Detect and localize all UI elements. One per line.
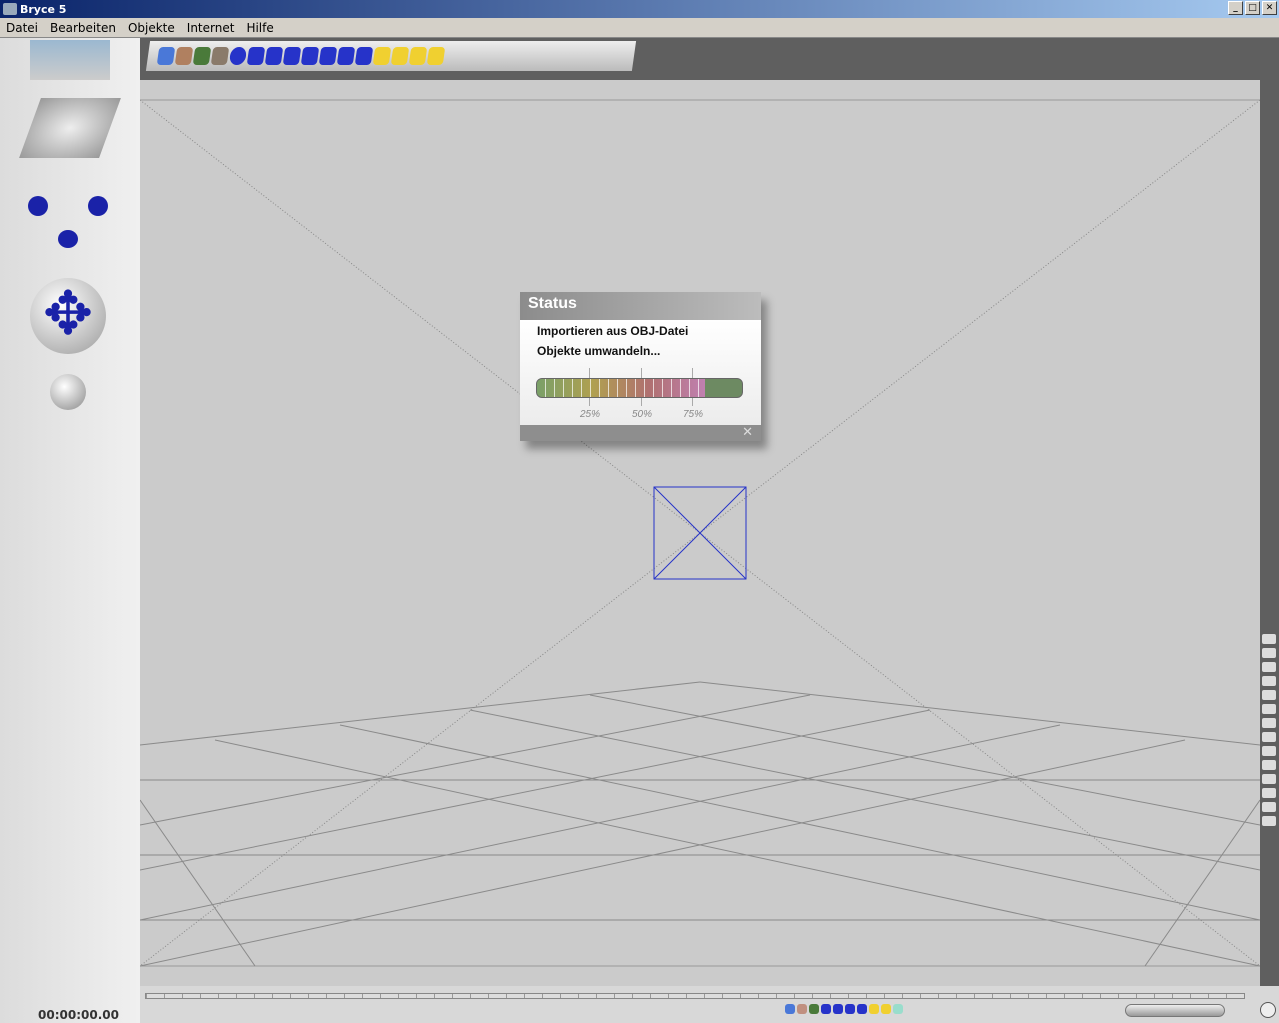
water-plane-icon[interactable] bbox=[156, 47, 176, 65]
window-title: Bryce 5 bbox=[20, 2, 67, 16]
select-tree-icon[interactable] bbox=[809, 1004, 819, 1014]
bottom-bar bbox=[140, 986, 1279, 1023]
disc-icon[interactable] bbox=[336, 47, 356, 65]
globe-icon[interactable] bbox=[1260, 1002, 1276, 1018]
status-dialog: Status Importieren aus OBJ-Datei Objekte… bbox=[520, 292, 761, 441]
zoom-in-icon[interactable] bbox=[1262, 788, 1276, 798]
render-option-icon[interactable] bbox=[1262, 690, 1276, 700]
move-tool-icon[interactable] bbox=[58, 230, 78, 248]
display-option-icon[interactable] bbox=[1262, 732, 1276, 742]
title-bar: Bryce 5 _ □ ✕ bbox=[0, 0, 1279, 18]
nano-preview[interactable] bbox=[30, 40, 110, 80]
camera-target[interactable] bbox=[653, 486, 747, 580]
right-toolbar bbox=[1260, 80, 1279, 1023]
square-icon[interactable] bbox=[354, 47, 374, 65]
select-light-icon[interactable] bbox=[881, 1004, 891, 1014]
wireframe-grid bbox=[140, 99, 1260, 967]
time-display: 00:00:00.00 bbox=[38, 1008, 119, 1022]
terrain-icon[interactable] bbox=[174, 47, 194, 65]
dialog-title: Status bbox=[520, 292, 761, 320]
cone-icon[interactable] bbox=[318, 47, 338, 65]
display-option-icon[interactable] bbox=[1262, 760, 1276, 770]
progress-fill bbox=[537, 379, 706, 397]
render-option-icon[interactable] bbox=[1262, 676, 1276, 686]
menu-objekte[interactable]: Objekte bbox=[122, 21, 181, 35]
zoom-out-icon[interactable] bbox=[1262, 802, 1276, 812]
trackball-icon[interactable]: ✥ bbox=[30, 278, 106, 354]
rotate-tool-icon[interactable] bbox=[28, 196, 48, 216]
pyramid-icon[interactable] bbox=[300, 47, 320, 65]
render-option-icon[interactable] bbox=[1262, 704, 1276, 714]
close-button[interactable]: ✕ bbox=[1262, 1, 1277, 15]
minimize-button[interactable]: _ bbox=[1228, 1, 1243, 15]
light-square-icon[interactable] bbox=[426, 47, 446, 65]
cube-icon[interactable] bbox=[282, 47, 302, 65]
selection-palette bbox=[785, 1004, 903, 1014]
display-option-icon[interactable] bbox=[1262, 746, 1276, 756]
object-toolbar bbox=[145, 41, 637, 71]
sphere-icon[interactable] bbox=[228, 47, 248, 65]
select-terrain-icon[interactable] bbox=[797, 1004, 807, 1014]
select-water-icon[interactable] bbox=[785, 1004, 795, 1014]
tick-label-50: 50% bbox=[632, 409, 653, 420]
select-light-icon[interactable] bbox=[869, 1004, 879, 1014]
select-cube-icon[interactable] bbox=[833, 1004, 843, 1014]
hand-pan-icon[interactable] bbox=[1262, 816, 1276, 826]
control-palette: ✥ bbox=[0, 38, 140, 1023]
render-option-icon[interactable] bbox=[1262, 662, 1276, 672]
status-line-1: Importieren aus OBJ-Datei bbox=[537, 324, 689, 338]
cylinder-icon[interactable] bbox=[264, 47, 284, 65]
eraser-icon[interactable] bbox=[1262, 648, 1276, 658]
menu-hilfe[interactable]: Hilfe bbox=[240, 21, 279, 35]
select-sphere-icon[interactable] bbox=[821, 1004, 831, 1014]
app-icon bbox=[3, 3, 17, 15]
maximize-button[interactable]: □ bbox=[1245, 1, 1260, 15]
view-control-icon[interactable] bbox=[19, 98, 121, 158]
torus-icon[interactable] bbox=[246, 47, 266, 65]
menu-bar: Datei Bearbeiten Objekte Internet Hilfe bbox=[0, 18, 1279, 38]
cube-view-icon[interactable] bbox=[1262, 774, 1276, 784]
tick-label-75: 75% bbox=[683, 409, 704, 420]
rotate-tool-icon-2[interactable] bbox=[88, 196, 108, 216]
menu-bearbeiten[interactable]: Bearbeiten bbox=[44, 21, 122, 35]
spotlight-icon[interactable] bbox=[390, 47, 410, 65]
light-icon[interactable] bbox=[372, 47, 392, 65]
menu-internet[interactable]: Internet bbox=[181, 21, 241, 35]
animation-timeline[interactable] bbox=[145, 993, 1245, 999]
select-cone-icon[interactable] bbox=[857, 1004, 867, 1014]
light-cylinder-icon[interactable] bbox=[408, 47, 428, 65]
brush-icon[interactable] bbox=[1262, 634, 1276, 644]
3d-viewport[interactable] bbox=[140, 80, 1260, 986]
status-line-2: Objekte umwandeln... bbox=[537, 344, 661, 358]
select-pyramid-icon[interactable] bbox=[845, 1004, 855, 1014]
tick-label-25: 25% bbox=[580, 409, 601, 420]
display-option-icon[interactable] bbox=[1262, 718, 1276, 728]
rock-icon[interactable] bbox=[210, 47, 230, 65]
playback-controls[interactable] bbox=[1125, 1004, 1225, 1017]
select-camera-icon[interactable] bbox=[893, 1004, 903, 1014]
menu-datei[interactable]: Datei bbox=[0, 21, 44, 35]
cancel-icon[interactable]: ✕ bbox=[742, 425, 753, 440]
progress-bar bbox=[536, 378, 743, 398]
tree-icon[interactable] bbox=[192, 47, 212, 65]
camera-spheres-icon[interactable] bbox=[50, 374, 86, 410]
